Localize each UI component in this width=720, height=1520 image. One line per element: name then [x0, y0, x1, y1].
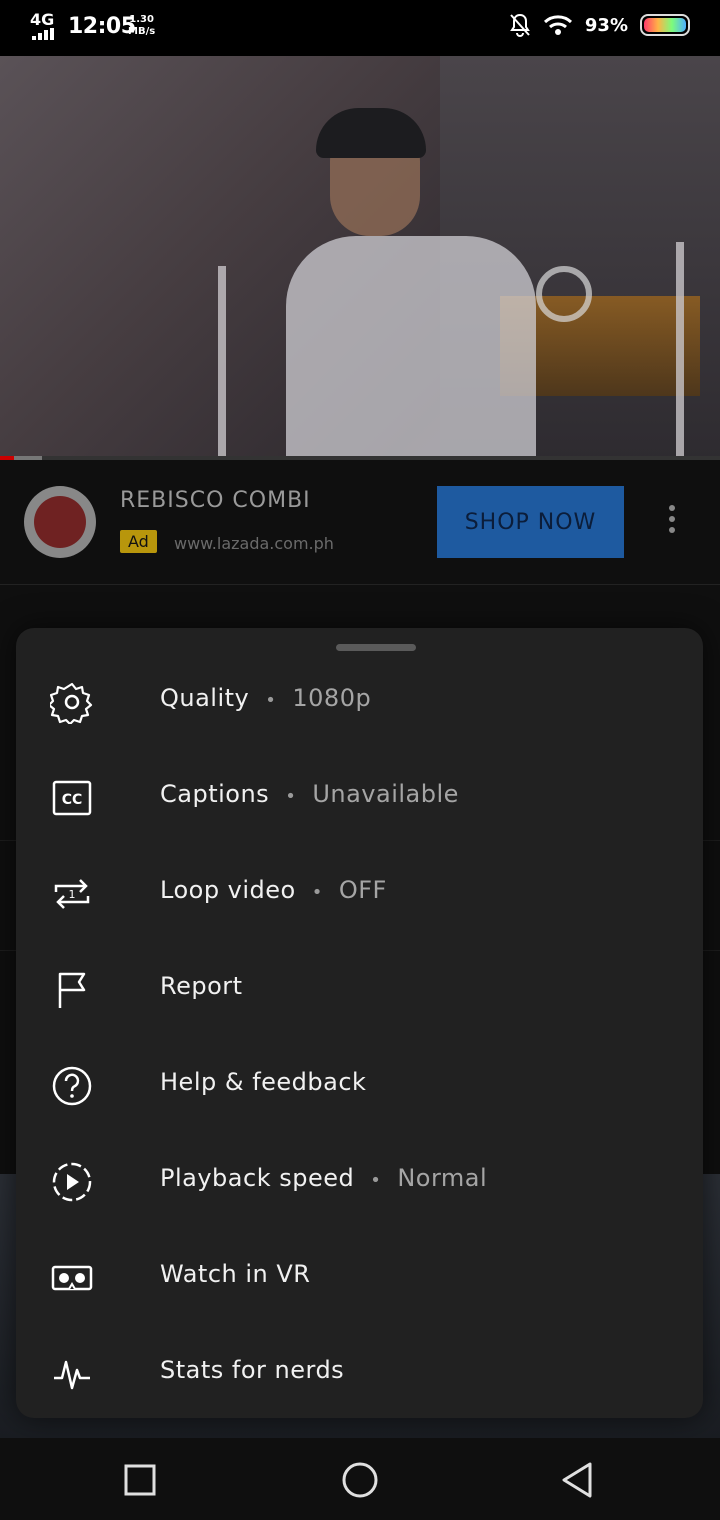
gear-icon	[50, 682, 93, 724]
ad-badge: Ad	[120, 530, 157, 553]
menu-item-value: Unavailable	[312, 780, 459, 808]
more-options-icon[interactable]	[660, 500, 684, 544]
menu-item-label: Loop video	[160, 876, 296, 904]
video-player[interactable]	[0, 56, 720, 460]
home-button[interactable]	[338, 1458, 382, 1502]
menu-item-value: OFF	[338, 876, 387, 904]
menu-item-label: Watch in VR	[160, 1260, 311, 1288]
menu-item-label: Playback speed	[160, 1164, 355, 1192]
sheet-drag-handle[interactable]	[336, 644, 416, 651]
menu-item-report[interactable]: Report	[16, 942, 703, 1038]
signal-icon	[32, 28, 54, 40]
advertiser-logo	[24, 486, 96, 558]
network-type: 4G	[30, 10, 55, 29]
back-button[interactable]	[556, 1458, 600, 1502]
menu-item-help-feedback[interactable]: Help & feedback	[16, 1038, 703, 1134]
menu-item-playback-speed[interactable]: Playback speed • Normal	[16, 1134, 703, 1230]
menu-item-quality[interactable]: Quality • 1080p	[16, 654, 703, 750]
speed-unit: MB/s	[128, 26, 156, 37]
vr-icon	[51, 1265, 93, 1291]
video-options-sheet: Quality • 1080p CC Captions • Unavailable 1 …	[16, 628, 703, 1418]
flag-icon	[58, 972, 86, 1008]
network-speed: 1.30 MB/s	[128, 14, 155, 38]
status-bar: 4G 12:05 1.30 MB/s 93%	[0, 0, 720, 56]
speed-value: 1.30	[129, 14, 154, 25]
menu-item-label: Quality	[160, 684, 250, 712]
menu-item-label: Captions	[160, 780, 270, 808]
menu-item-value: Normal	[397, 1164, 488, 1192]
playback-speed-icon	[52, 1162, 92, 1202]
clock: 12:05	[68, 14, 136, 39]
recents-button[interactable]	[118, 1458, 162, 1502]
notifications-off-icon	[510, 13, 530, 37]
shop-now-button[interactable]: SHOP NOW	[437, 486, 624, 558]
menu-item-label: Help & feedback	[160, 1068, 367, 1096]
menu-item-value: 1080p	[292, 684, 372, 712]
system-navigation-bar	[0, 1438, 720, 1520]
menu-item-watch-in-vr[interactable]: Watch in VR	[16, 1230, 703, 1326]
battery-percent: 93%	[584, 14, 628, 36]
help-icon	[52, 1066, 92, 1106]
menu-item-stats-for-nerds[interactable]: Stats for nerds	[16, 1326, 703, 1422]
loop-icon: 1	[54, 879, 90, 909]
svg-text:1: 1	[69, 888, 76, 901]
battery-icon	[640, 14, 690, 36]
ad-title: REBISCO COMBI	[120, 488, 311, 513]
menu-item-label: Stats for nerds	[160, 1356, 345, 1384]
captions-icon: CC	[52, 780, 92, 816]
ad-url[interactable]: www.lazada.com.ph	[174, 534, 334, 553]
svg-text:CC: CC	[62, 792, 83, 808]
menu-item-label: Report	[160, 972, 243, 1000]
menu-item-loop-video[interactable]: 1 Loop video • OFF	[16, 846, 703, 942]
stats-icon	[54, 1360, 90, 1390]
wifi-icon	[543, 15, 572, 35]
menu-item-captions[interactable]: CC Captions • Unavailable	[16, 750, 703, 846]
